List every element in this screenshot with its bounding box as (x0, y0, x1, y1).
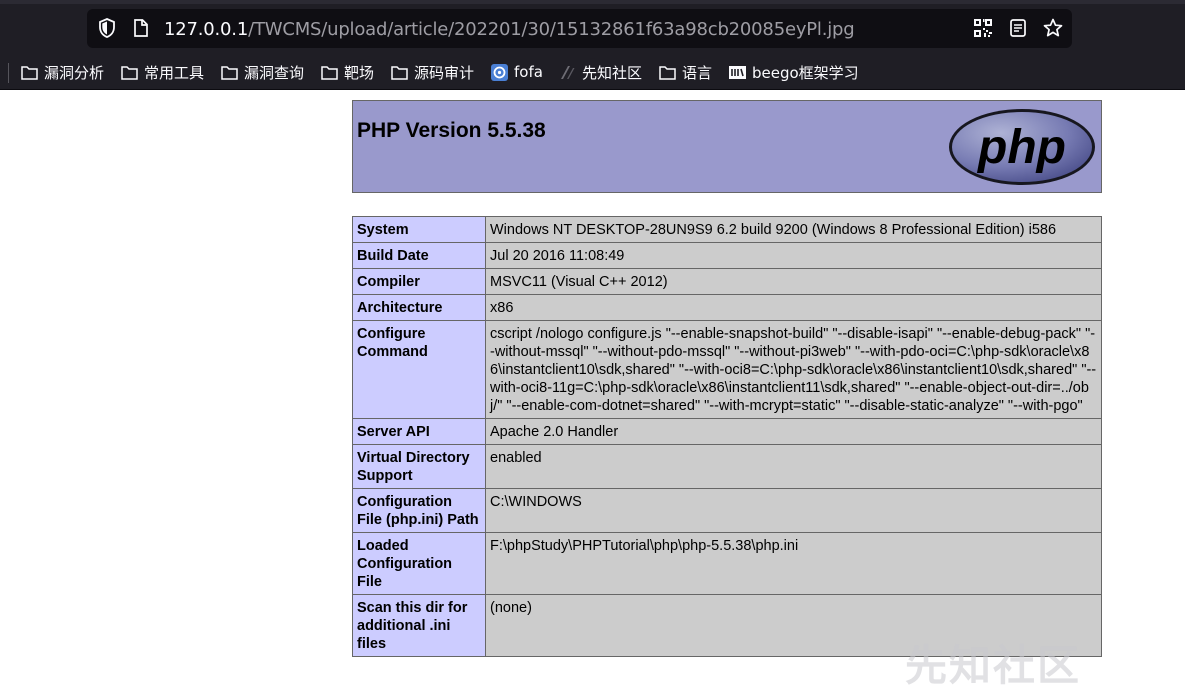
star-bookmark-icon[interactable] (1042, 17, 1064, 39)
bookmark-label: 漏洞查询 (244, 63, 305, 82)
xianzhi-icon (561, 65, 575, 79)
table-row: Build Date Jul 20 2016 11:08:49 (352, 242, 1102, 269)
row-value: cscript /nologo configure.js "--enable-s… (485, 320, 1102, 419)
table-row: Loaded Configuration File F:\phpStudy\PH… (352, 532, 1102, 595)
reader-view-icon[interactable] (1007, 17, 1029, 39)
beego-icon (729, 65, 746, 79)
table-row: Virtual Directory Support enabled (352, 444, 1102, 489)
phpinfo-table: System Windows NT DESKTOP-28UN9S9 6.2 bu… (352, 216, 1102, 657)
row-value: x86 (485, 294, 1102, 321)
folder-icon (391, 65, 408, 80)
bookmark-folder-2[interactable]: 常用工具 (120, 60, 204, 84)
row-value: Jul 20 2016 11:08:49 (485, 242, 1102, 269)
table-row: Configure Command cscript /nologo config… (352, 320, 1102, 419)
toolbar-divider (0, 89, 1185, 90)
row-key: Server API (352, 418, 486, 445)
bookmark-folder-3[interactable]: 漏洞查询 (220, 60, 304, 84)
folder-icon (321, 65, 338, 80)
table-row: Compiler MSVC11 (Visual C++ 2012) (352, 268, 1102, 295)
php-logo-text: php (976, 121, 1066, 174)
url-text[interactable]: 127.0.0.1/TWCMS/upload/article/202201/30… (164, 19, 855, 41)
folder-icon (21, 65, 38, 80)
bookmark-label: 靶场 (344, 63, 375, 82)
bookmark-label: beego框架学习 (752, 63, 859, 82)
table-row: Server API Apache 2.0 Handler (352, 418, 1102, 445)
folder-icon (221, 65, 238, 80)
folder-icon (121, 65, 138, 80)
row-key: Loaded Configuration File (352, 532, 486, 595)
row-key: Configure Command (352, 320, 486, 419)
fofa-icon (491, 63, 508, 81)
bookmark-label: 常用工具 (144, 63, 205, 82)
bookmark-label: 源码审计 (414, 63, 475, 82)
bookmark-label: fofa (514, 63, 543, 81)
row-value: F:\phpStudy\PHPTutorial\php\php-5.5.38\p… (485, 532, 1102, 595)
row-key: Configuration File (php.ini) Path (352, 488, 486, 533)
row-key: System (352, 216, 486, 243)
tab-strip-edge (0, 0, 1185, 4)
row-value: Windows NT DESKTOP-28UN9S9 6.2 build 920… (485, 216, 1102, 243)
row-key: Compiler (352, 268, 486, 295)
row-value: C:\WINDOWS (485, 488, 1102, 533)
watermark: 先知社区 (905, 641, 1082, 690)
bookmark-label: 先知社区 (582, 63, 643, 82)
row-value: enabled (485, 444, 1102, 489)
bookmark-label: 漏洞分析 (44, 63, 105, 82)
bookmarks-separator (8, 63, 9, 83)
table-row: Architecture x86 (352, 294, 1102, 321)
row-key: Build Date (352, 242, 486, 269)
bookmark-label: 语言 (682, 63, 713, 82)
php-logo-icon[interactable]: php (946, 107, 1098, 187)
bookmark-folder-5[interactable]: 源码审计 (390, 60, 474, 84)
url-path: /TWCMS/upload/article/202201/30/15132861… (248, 19, 855, 40)
bookmark-folder-1[interactable]: 漏洞分析 (20, 60, 104, 84)
page-title: PHP Version 5.5.38 (357, 119, 546, 142)
bookmark-fofa[interactable]: fofa (490, 60, 543, 84)
bookmark-folder-6[interactable]: 语言 (658, 60, 712, 84)
bookmark-xianzhi[interactable]: 先知社区 (558, 60, 642, 84)
bookmark-beego[interactable]: beego框架学习 (728, 60, 859, 84)
qr-code-icon[interactable] (972, 17, 994, 39)
shield-icon[interactable] (96, 17, 118, 39)
bookmark-folder-4[interactable]: 靶场 (320, 60, 374, 84)
page-icon[interactable] (130, 17, 152, 39)
row-value: MSVC11 (Visual C++ 2012) (485, 268, 1102, 295)
folder-icon (659, 65, 676, 80)
table-row: System Windows NT DESKTOP-28UN9S9 6.2 bu… (352, 216, 1102, 243)
row-key: Architecture (352, 294, 486, 321)
row-key: Scan this dir for additional .ini files (352, 594, 486, 657)
row-value: Apache 2.0 Handler (485, 418, 1102, 445)
row-key: Virtual Directory Support (352, 444, 486, 489)
url-host: 127.0.0.1 (164, 19, 249, 40)
table-row: Configuration File (php.ini) Path C:\WIN… (352, 488, 1102, 533)
